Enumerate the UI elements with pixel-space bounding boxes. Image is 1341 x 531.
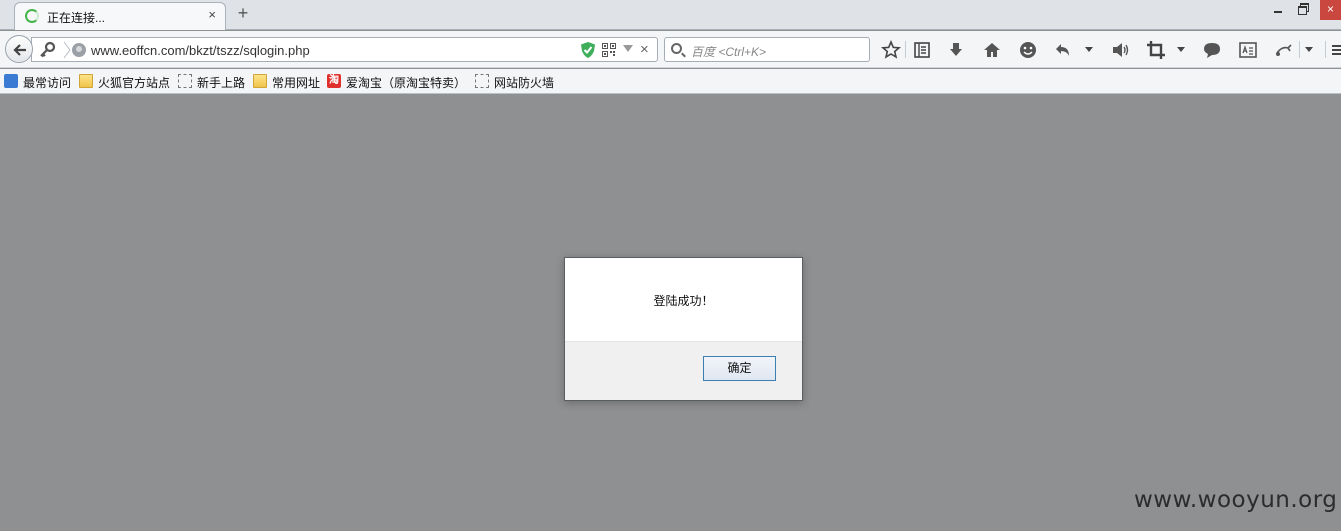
watermark: www.wooyun.org xyxy=(1134,487,1338,513)
screenshot-crop-icon[interactable] xyxy=(1146,40,1166,60)
undo-close-tab-icon[interactable] xyxy=(1053,40,1073,60)
reader-view-icon[interactable] xyxy=(1238,40,1258,60)
bookmark-most-visited[interactable]: 最常访问 xyxy=(4,73,74,90)
page-icon xyxy=(178,74,192,88)
page-content-overlay: 登陆成功！ 确定 xyxy=(0,95,1341,531)
bookmark-getting-started[interactable]: 新手上路 xyxy=(178,73,248,90)
toolbar-separator xyxy=(1299,41,1300,58)
folder-icon xyxy=(253,74,267,88)
alert-footer: 确定 xyxy=(565,341,802,400)
menu-icon[interactable] xyxy=(1331,40,1341,60)
download-icon[interactable] xyxy=(946,40,966,60)
window-close-button[interactable]: × xyxy=(1320,0,1341,20)
bookmark-label: 火狐官方站点 xyxy=(98,76,171,90)
screenshot-dropdown-icon[interactable] xyxy=(1177,47,1185,52)
alert-message: 登陆成功！ xyxy=(653,294,714,308)
navigation-bar: www.eoffcn.com/bkzt/tszz/sqlogin.php × 百… xyxy=(0,31,1341,68)
restore-button[interactable] xyxy=(1296,0,1310,20)
back-button[interactable] xyxy=(5,35,33,63)
url-bar[interactable]: www.eoffcn.com/bkzt/tszz/sqlogin.php × xyxy=(31,37,658,62)
search-bar[interactable]: 百度 <Ctrl+K> xyxy=(664,37,870,62)
bookmarks-toolbar: 最常访问 火狐官方站点 新手上路 常用网址 淘 爱淘宝（原淘宝特卖） 网站防火墙 xyxy=(0,69,1341,94)
bookmarks-menu-icon[interactable] xyxy=(912,40,932,60)
volume-icon[interactable] xyxy=(1110,40,1130,60)
stop-icon[interactable]: × xyxy=(640,41,649,58)
home-icon[interactable] xyxy=(982,40,1002,60)
tab-strip: 正在连接... × + × xyxy=(0,0,1341,30)
new-tab-button[interactable]: + xyxy=(234,4,252,22)
tab-title: 正在连接... xyxy=(47,11,106,25)
bookmark-label: 网站防火墙 xyxy=(494,76,555,90)
gesture-mouse-icon[interactable] xyxy=(1274,40,1294,60)
most-visited-icon xyxy=(4,74,18,88)
globe-icon xyxy=(72,43,86,57)
search-icon xyxy=(671,43,682,54)
minimize-button[interactable] xyxy=(1271,0,1285,20)
tab-active[interactable]: 正在连接... × xyxy=(14,2,226,30)
toolbar-separator xyxy=(1325,41,1326,58)
tab-close-icon[interactable]: × xyxy=(208,8,216,22)
bookmark-label: 常用网址 xyxy=(272,76,321,90)
bookmark-star-icon[interactable] xyxy=(881,40,901,60)
bookmark-label: 爱淘宝（原淘宝特卖） xyxy=(346,76,467,90)
chat-bubble-icon[interactable] xyxy=(1202,40,1222,60)
toolbar-separator xyxy=(905,41,906,58)
identity-chevron-icon xyxy=(63,41,71,59)
bookmark-label: 新手上路 xyxy=(197,76,246,90)
search-input[interactable]: 百度 <Ctrl+K> xyxy=(691,43,766,60)
security-shield-icon[interactable] xyxy=(580,41,596,59)
emoji-icon[interactable] xyxy=(1018,40,1038,60)
key-icon[interactable] xyxy=(38,41,56,59)
bookmark-ai-taobao[interactable]: 淘 爱淘宝（原淘宝特卖） xyxy=(327,73,469,90)
bookmark-label: 最常访问 xyxy=(23,76,72,90)
undo-dropdown-icon[interactable] xyxy=(1085,47,1093,52)
qr-code-icon[interactable] xyxy=(602,43,616,57)
bookmark-firefox-site[interactable]: 火狐官方站点 xyxy=(79,73,173,90)
back-arrow-icon xyxy=(13,44,26,56)
page-icon xyxy=(475,74,489,88)
taobao-icon: 淘 xyxy=(327,74,341,88)
history-dropdown-icon[interactable] xyxy=(623,45,633,52)
overflow-dropdown-icon[interactable] xyxy=(1305,47,1313,52)
bookmark-common-sites[interactable]: 常用网址 xyxy=(253,73,323,90)
folder-icon xyxy=(79,74,93,88)
bookmark-website-firewall[interactable]: 网站防火墙 xyxy=(475,73,559,90)
alert-dialog: 登陆成功！ 确定 xyxy=(564,257,803,401)
url-text[interactable]: www.eoffcn.com/bkzt/tszz/sqlogin.php xyxy=(91,43,310,58)
ok-button[interactable]: 确定 xyxy=(703,356,776,381)
loading-icon xyxy=(25,9,39,23)
